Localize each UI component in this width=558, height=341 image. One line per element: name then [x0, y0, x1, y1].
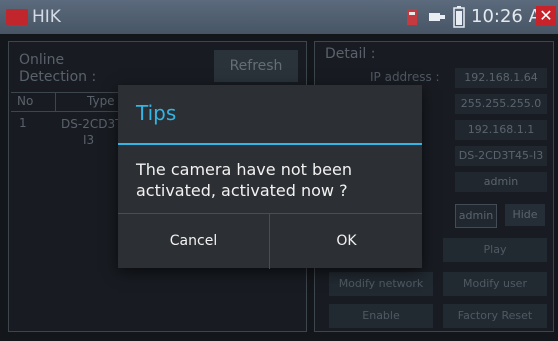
ok-button[interactable]: OK [271, 214, 422, 269]
close-icon[interactable]: ✕ [536, 6, 556, 26]
storage-icon [407, 9, 417, 25]
dialog-button-divider [269, 214, 270, 269]
cancel-button[interactable]: Cancel [118, 214, 269, 269]
tips-dialog: Tips The camera have not been activated,… [118, 85, 422, 269]
dialog-message: The camera have not been activated, acti… [136, 160, 352, 200]
dialog-title-divider [118, 143, 422, 145]
battery-icon [453, 6, 465, 28]
dialog-title: Tips [136, 101, 177, 125]
network-icon [429, 13, 445, 21]
hik-logo [6, 9, 28, 25]
app-title: HIK [32, 7, 61, 27]
dialog-button-bar: Cancel OK [118, 213, 422, 269]
title-bar: HIK 10:26 AM ✕ [0, 0, 558, 34]
